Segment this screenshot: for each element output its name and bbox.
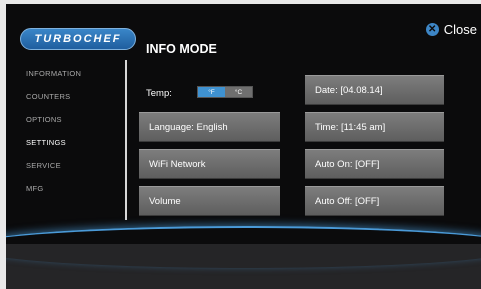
wifi-network-button[interactable]: WiFi Network: [139, 149, 280, 179]
page-title: INFO MODE: [146, 42, 217, 56]
sidebar-item-information[interactable]: INFORMATION: [26, 69, 81, 78]
volume-button[interactable]: Volume: [139, 186, 280, 216]
celsius-button[interactable]: °C: [225, 87, 252, 97]
sidebar-item-mfg[interactable]: MFG: [26, 184, 44, 193]
close-icon: ✕: [425, 23, 439, 36]
volume-label: Volume: [149, 195, 181, 207]
time-label: Time: [11:45 am]: [315, 121, 386, 133]
date-button[interactable]: Date: [04.08.14]: [305, 75, 444, 105]
turbochef-logo: TURBOCHEF: [20, 28, 136, 50]
sidebar-item-options[interactable]: OPTIONS: [26, 115, 62, 124]
date-label: Date: [04.08.14]: [315, 84, 383, 96]
logo-text: TURBOCHEF: [34, 33, 122, 45]
language-label: Language: English: [149, 121, 228, 133]
auto-on-button[interactable]: Auto On: [OFF]: [305, 149, 444, 179]
temp-label: Temp:: [146, 88, 172, 99]
sidebar-divider: [125, 60, 127, 220]
time-button[interactable]: Time: [11:45 am]: [305, 112, 444, 142]
sidebar-item-counters[interactable]: COUNTERS: [26, 92, 71, 101]
auto-on-label: Auto On: [OFF]: [315, 158, 380, 170]
close-button[interactable]: ✕ Close: [425, 22, 477, 37]
language-button[interactable]: Language: English: [139, 112, 280, 142]
temp-unit-toggle[interactable]: °F °C: [197, 86, 253, 98]
oven-screen: TURBOCHEF INFORMATION COUNTERS OPTIONS S…: [6, 4, 481, 289]
close-label: Close: [443, 22, 477, 37]
footer-glow-line: [6, 226, 481, 268]
auto-off-label: Auto Off: [OFF]: [315, 195, 380, 207]
fahrenheit-button[interactable]: °F: [198, 87, 225, 97]
auto-off-button[interactable]: Auto Off: [OFF]: [305, 186, 444, 216]
wifi-network-label: WiFi Network: [149, 158, 206, 170]
sidebar-item-settings[interactable]: SETTINGS: [26, 138, 66, 147]
sidebar-item-service[interactable]: SERVICE: [26, 161, 61, 170]
